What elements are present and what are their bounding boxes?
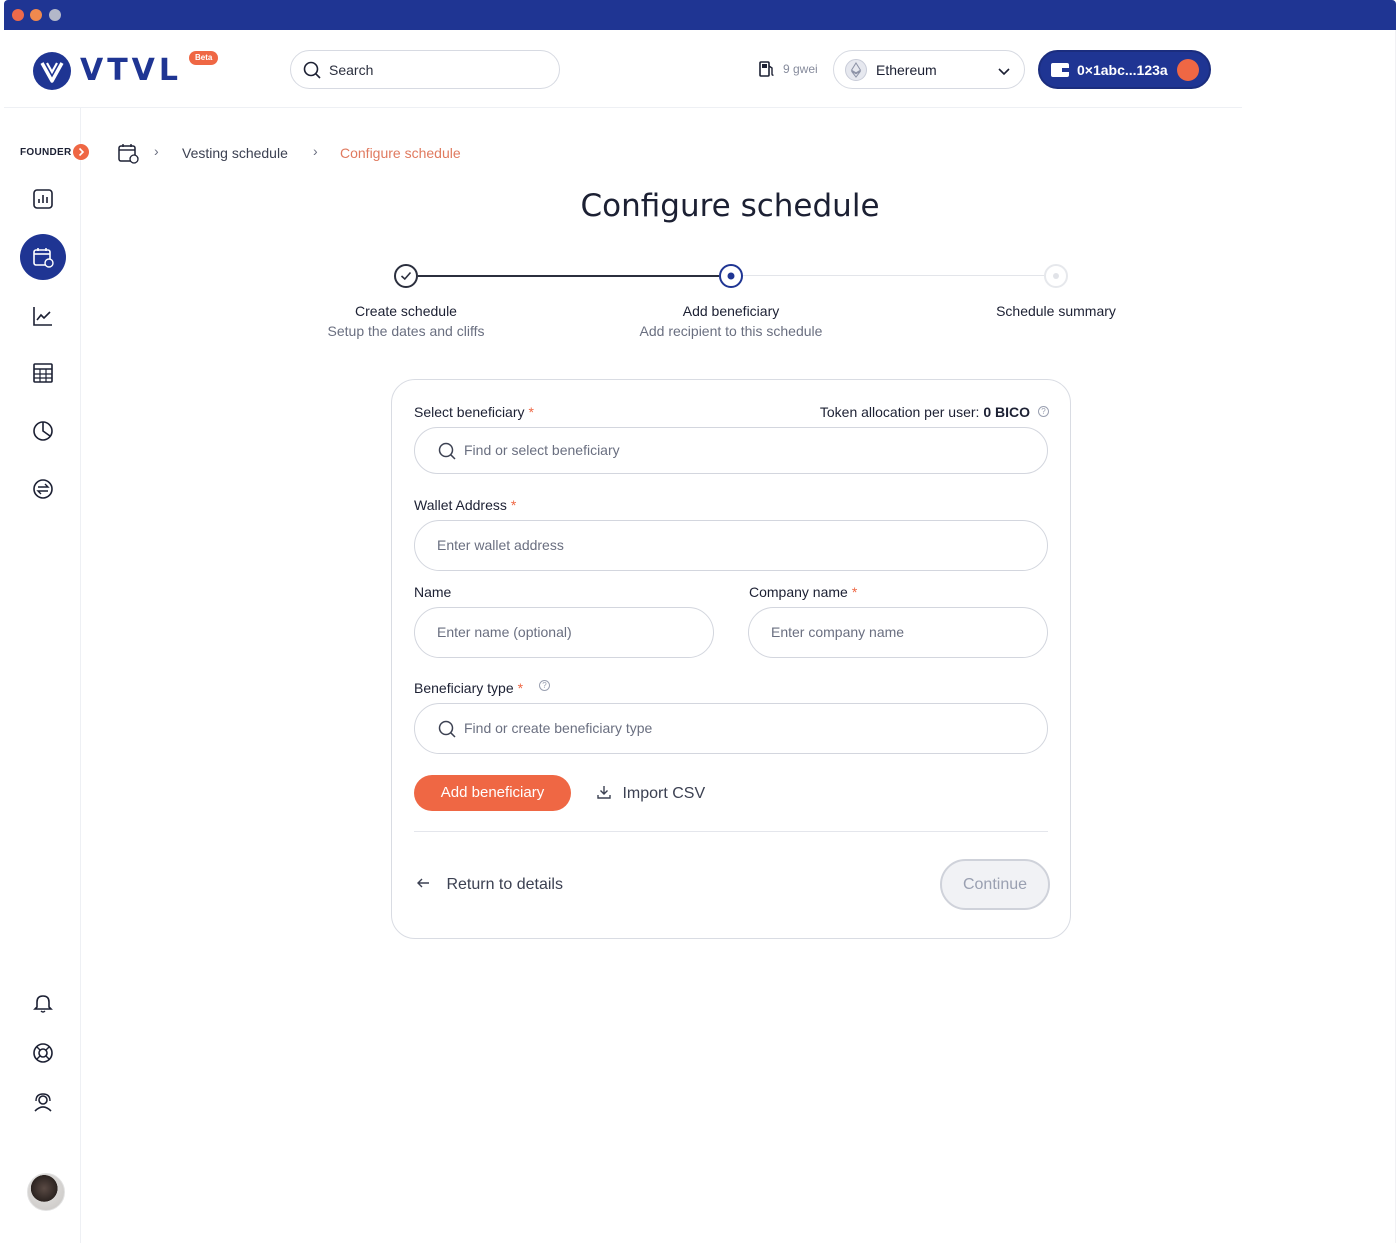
search-icon — [303, 61, 321, 84]
continue-button[interactable]: Continue — [940, 859, 1050, 910]
label-text: Company name — [749, 584, 848, 600]
placeholder: Enter wallet address — [437, 537, 564, 553]
add-beneficiary-button[interactable]: Add beneficiary — [414, 775, 571, 811]
window-zoom-button[interactable] — [49, 9, 61, 21]
stepper-pending-line — [743, 275, 1044, 276]
token-allocation-info: Token allocation per user: 0 BICO — [820, 404, 1030, 420]
search-icon — [438, 720, 456, 743]
bell-icon[interactable] — [31, 991, 55, 1015]
arrow-left-icon — [416, 876, 434, 893]
line-chart-icon[interactable] — [31, 304, 55, 328]
gas-pump-icon — [758, 60, 776, 83]
allocation-label: Token allocation per user: — [819, 404, 980, 420]
step-title: Schedule summary — [996, 303, 1116, 319]
placeholder: Enter name (optional) — [437, 624, 572, 640]
role-switch-button[interactable] — [73, 144, 89, 160]
stepper-progress-line — [418, 275, 719, 277]
label-text: Beneficiary type — [414, 680, 514, 696]
step-subtitle: Add recipient to this schedule — [639, 323, 823, 339]
help-icon[interactable]: ? — [539, 680, 550, 691]
return-to-details-link[interactable]: Return to details — [416, 876, 563, 894]
role-label: FOUNDER — [20, 147, 72, 158]
step-pending-marker — [1044, 264, 1068, 288]
step-title: Add beneficiary — [682, 303, 780, 319]
brand-name: VTVL — [80, 53, 183, 88]
company-name-input[interactable]: Enter company name — [748, 607, 1048, 658]
label-text: Select beneficiary — [414, 404, 525, 420]
required-mark: * — [528, 404, 534, 420]
window-minimize-button[interactable] — [30, 9, 42, 21]
gas-price: 9 gwei — [783, 62, 818, 76]
wallet-address: 0×1abc...123a — [1077, 62, 1168, 78]
pie-chart-icon[interactable] — [31, 419, 55, 443]
support-icon[interactable] — [31, 1091, 55, 1115]
window-close-button[interactable] — [12, 9, 24, 21]
help-icon[interactable]: ? — [1038, 406, 1049, 417]
chevron-right-icon: › — [154, 143, 159, 159]
global-search-input[interactable]: Search — [290, 50, 560, 89]
vtvl-logo-icon[interactable] — [33, 52, 71, 90]
wallet-icon — [1050, 62, 1070, 83]
required-mark: * — [851, 584, 858, 600]
step-subtitle: Setup the dates and cliffs — [327, 323, 485, 339]
sidebar-item-schedules[interactable] — [20, 234, 66, 280]
beta-badge: Beta — [189, 51, 219, 65]
required-mark: * — [517, 680, 524, 696]
beneficiary-type-label: Beneficiary type * — [414, 680, 523, 696]
placeholder: Find or select beneficiary — [464, 442, 620, 458]
required-mark: * — [510, 497, 517, 513]
label-text: Wallet Address — [414, 497, 507, 513]
window-titlebar — [4, 0, 1396, 30]
wallet-address-input[interactable]: Enter wallet address — [414, 520, 1048, 571]
network-name: Ethereum — [876, 62, 937, 78]
name-input[interactable]: Enter name (optional) — [414, 607, 714, 658]
import-csv-button[interactable]: Import CSV — [596, 784, 705, 803]
table-icon[interactable] — [31, 361, 55, 385]
return-label: Return to details — [446, 876, 563, 893]
search-icon — [438, 442, 456, 465]
company-name-label: Company name * — [749, 584, 857, 600]
beneficiary-type-input[interactable]: Find or create beneficiary type — [414, 703, 1048, 754]
step-current-marker — [719, 264, 743, 288]
download-icon — [596, 785, 616, 802]
wallet-address-label: Wallet Address * — [414, 497, 516, 513]
beneficiary-search-input[interactable]: Find or select beneficiary — [414, 427, 1048, 474]
breadcrumb-vesting-schedule[interactable]: Vesting schedule — [182, 145, 288, 161]
step-done-marker — [394, 264, 418, 288]
lifebuoy-icon[interactable] — [31, 1041, 55, 1065]
search-placeholder: Search — [329, 62, 374, 78]
chevron-down-icon — [998, 64, 1010, 82]
chevron-right-icon: › — [313, 143, 318, 159]
placeholder: Find or create beneficiary type — [464, 720, 653, 736]
name-label: Name — [414, 584, 451, 600]
wallet-avatar — [1177, 59, 1199, 81]
form-divider — [414, 831, 1048, 832]
select-beneficiary-label: Select beneficiary * — [414, 404, 534, 420]
page-title: Configure schedule — [580, 188, 880, 224]
network-selector[interactable]: Ethereum — [833, 50, 1025, 89]
ethereum-icon — [845, 59, 867, 81]
placeholder: Enter company name — [771, 624, 905, 640]
label-text: Name — [414, 584, 452, 600]
calendar-icon — [31, 245, 55, 269]
calendar-icon[interactable] — [116, 141, 140, 170]
user-avatar[interactable] — [27, 1173, 65, 1211]
breadcrumb-current: Configure schedule — [340, 145, 461, 161]
wallet-button[interactable]: 0×1abc...123a — [1038, 50, 1211, 89]
step-title: Create schedule — [355, 303, 457, 319]
allocation-value: 0 BICO — [983, 404, 1030, 420]
swap-icon[interactable] — [31, 477, 55, 501]
import-csv-label: Import CSV — [622, 785, 706, 802]
